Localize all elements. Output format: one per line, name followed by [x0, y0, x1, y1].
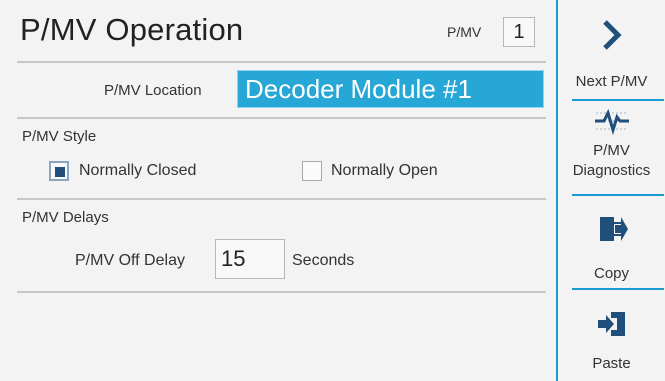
off-delay-label: P/MV Off Delay [75, 252, 185, 269]
normally-open-checkbox[interactable] [302, 161, 322, 181]
location-label: P/MV Location [104, 82, 202, 99]
copy-icon [599, 217, 628, 241]
normally-closed-checkbox[interactable] [49, 161, 69, 181]
pmv-diagnostics-button[interactable]: P/MV Diagnostics [558, 107, 665, 181]
paste-icon [597, 312, 625, 336]
off-delay-unit: Seconds [292, 252, 355, 269]
copy-button[interactable]: Copy [558, 214, 665, 284]
divider [17, 198, 546, 200]
chevron-right-icon [602, 20, 622, 50]
copy-label: Copy [593, 265, 630, 282]
paste-button[interactable]: Paste [558, 309, 665, 374]
diagnostics-pulse-icon [594, 108, 629, 135]
delays-section-label: P/MV Delays [22, 209, 109, 226]
softkey-sidebar: Next P/MV P/MV Diagnostics Copy Paste [556, 0, 665, 381]
next-pmv-button[interactable]: Next P/MV [558, 18, 665, 92]
pmv-diagnostics-label-line2: Diagnostics [572, 162, 651, 179]
sidebar-divider [572, 288, 664, 290]
sidebar-divider [572, 99, 664, 101]
off-delay-input[interactable]: 15 [215, 239, 285, 279]
sidebar-divider [572, 194, 664, 196]
location-input[interactable]: Decoder Module #1 [237, 70, 544, 108]
divider [17, 117, 546, 119]
normally-open-label: Normally Open [331, 162, 438, 179]
pmv-diagnostics-label-line1: P/MV [593, 142, 630, 159]
divider [17, 61, 546, 63]
main-panel: P/MV Operation P/MV 1 P/MV Location Deco… [0, 0, 556, 381]
style-section-label: P/MV Style [22, 128, 97, 145]
page-title: P/MV Operation [20, 12, 244, 47]
pmv-number-field[interactable]: 1 [503, 17, 535, 47]
pmv-number-label: P/MV [447, 24, 482, 40]
divider [17, 291, 546, 293]
next-pmv-label: Next P/MV [575, 73, 648, 90]
normally-closed-label: Normally Closed [79, 162, 197, 179]
paste-label: Paste [592, 355, 631, 372]
